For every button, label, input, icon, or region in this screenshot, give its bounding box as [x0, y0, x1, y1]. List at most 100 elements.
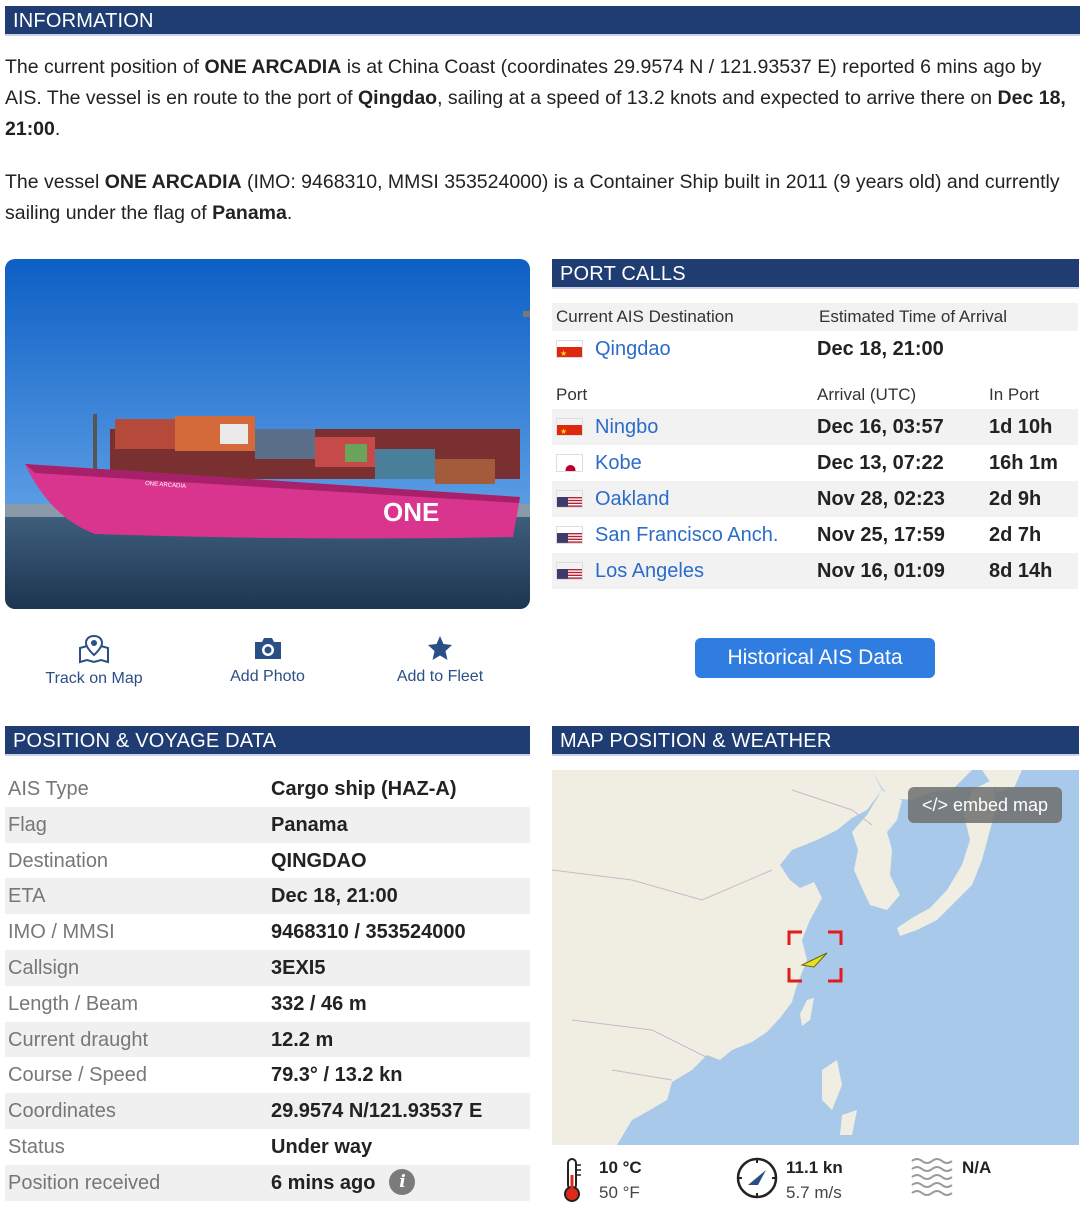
voyage-value: Dec 18, 21:00 — [271, 885, 398, 908]
summary-text: The current position of — [5, 56, 205, 78]
flag-jp-icon — [556, 454, 583, 472]
weather-waves: N/A — [910, 1155, 1010, 1205]
vessel-photo[interactable]: ONE ONE ARCADIA — [5, 259, 530, 609]
vessel-name: ONE ARCADIA — [104, 171, 242, 193]
column-header: Current AIS Destination — [556, 307, 734, 326]
voyage-key: AIS Type — [8, 778, 89, 800]
in-port-duration: 8d 14h — [989, 560, 1053, 582]
voyage-value: 6 mins ago — [271, 1171, 376, 1194]
track-on-map-label: Track on Map — [45, 670, 143, 687]
summary-text: . — [54, 118, 61, 140]
flag-us-icon — [556, 562, 583, 580]
port-link[interactable]: Oakland — [595, 481, 670, 517]
temperature-celsius: 10 °C — [599, 1158, 642, 1177]
voyage-row-eta: ETA Dec 18, 21:00 — [5, 878, 530, 915]
in-port-duration: 1d 10h — [989, 416, 1053, 438]
destination-eta: Dec 18, 21:00 — [817, 338, 944, 360]
star-icon — [428, 636, 452, 660]
column-header: Estimated Time of Arrival — [819, 307, 1008, 326]
wind-speed-knots: 11.1 kn — [786, 1158, 843, 1177]
vessel-name: ONE ARCADIA — [204, 56, 342, 78]
thermometer-icon — [564, 1158, 581, 1202]
summary-text: The vessel — [5, 171, 105, 193]
column-header: Arrival (UTC) — [817, 385, 917, 404]
arrival-time: Dec 16, 03:57 — [817, 416, 944, 438]
voyage-key: ETA — [8, 885, 46, 908]
voyage-key: Coordinates — [8, 1100, 116, 1123]
voyage-key: Destination — [8, 849, 109, 872]
summary-text: . — [286, 202, 293, 224]
historical-ais-data-button[interactable]: Historical AIS Data — [695, 638, 935, 678]
voyage-row-coordinates: Coordinates 29.9574 N/121.93537 E — [5, 1093, 530, 1129]
voyage-value: Panama — [271, 813, 348, 836]
port-call-row: Kobe Dec 13, 07:22 16h 1m — [552, 445, 1078, 481]
column-header: Port — [556, 385, 588, 404]
voyage-value: QINGDAO — [271, 849, 367, 872]
voyage-value: 3EXI5 — [271, 957, 326, 979]
arrival-time: Nov 28, 02:23 — [817, 488, 945, 510]
arrival-time: Nov 16, 01:09 — [817, 560, 945, 582]
voyage-row-imo-mmsi: IMO / MMSI 9468310 / 353524000 — [5, 914, 530, 950]
voyage-value: 9468310 / 353524000 — [271, 921, 466, 944]
port-call-row: Los Angeles Nov 16, 01:09 8d 14h — [552, 553, 1078, 589]
voyage-row-position-received: Position received 6 mins ago i — [5, 1164, 530, 1201]
weather-wind: 11.1 kn 5.7 m/s — [736, 1155, 876, 1205]
voyage-row-course-speed: Course / Speed 79.3° / 13.2 kn — [5, 1057, 530, 1093]
add-photo-button[interactable]: Add Photo — [220, 634, 315, 686]
vessel-photo-image: ONE ONE ARCADIA — [5, 259, 530, 609]
svg-text:★: ★ — [560, 349, 567, 358]
destination-port: Qingdao — [358, 87, 438, 109]
embed-map-button[interactable]: </> embed map — [908, 787, 1062, 823]
port-link[interactable]: Ningbo — [595, 409, 658, 445]
port-link[interactable]: Kobe — [595, 445, 642, 481]
flag-cn-icon: ★ — [556, 340, 583, 358]
wind-speed-ms: 5.7 m/s — [786, 1183, 842, 1202]
add-photo-label: Add Photo — [230, 668, 305, 685]
wind-compass-icon — [736, 1157, 778, 1199]
in-port-duration: 16h 1m — [989, 452, 1058, 474]
voyage-key: Length / Beam — [8, 992, 139, 1015]
information-header: INFORMATION — [5, 6, 1080, 36]
voyage-value: 29.9574 N/121.93537 E — [271, 1100, 483, 1123]
vessel-map[interactable]: </> embed map — [552, 770, 1079, 1145]
vessel-summary: The vessel ONE ARCADIA (IMO: 9468310, MM… — [5, 167, 1080, 229]
wave-height: N/A — [962, 1158, 992, 1177]
svg-text:★: ★ — [560, 427, 567, 436]
voyage-key: IMO / MMSI — [8, 921, 115, 944]
arrival-time: Nov 25, 17:59 — [817, 524, 945, 546]
port-calls-header: PORT CALLS — [552, 259, 1079, 289]
voyage-row-callsign: Callsign 3EXI5 — [5, 950, 530, 986]
map-pin-icon — [79, 634, 109, 664]
in-port-duration: 2d 7h — [989, 524, 1042, 546]
port-call-row: San Francisco Anch. Nov 25, 17:59 2d 7h — [552, 517, 1078, 553]
voyage-key: Status — [8, 1136, 65, 1158]
voyage-value: Cargo ship (HAZ-A) — [271, 778, 457, 800]
weather-temperature: 10 °C 50 °F — [560, 1155, 700, 1205]
voyage-row-length-beam: Length / Beam 332 / 46 m — [5, 986, 530, 1022]
voyage-key: Callsign — [8, 957, 80, 979]
voyage-value: 12.2 m — [271, 1028, 334, 1051]
arrival-time: Dec 13, 07:22 — [817, 452, 944, 474]
voyage-row-status: Status Under way — [5, 1129, 530, 1165]
voyage-row-destination: Destination QINGDAO — [5, 843, 530, 879]
voyage-key: Flag — [8, 813, 47, 836]
voyage-key: Current draught — [8, 1028, 149, 1051]
camera-icon — [254, 638, 281, 659]
voyage-key: Course / Speed — [8, 1064, 147, 1087]
track-on-map-button[interactable]: Track on Map — [35, 634, 153, 688]
voyage-row-draught: Current draught 12.2 m — [5, 1021, 530, 1058]
voyage-row-ais-type: AIS Type Cargo ship (HAZ-A) — [5, 771, 530, 807]
voyage-value: 79.3° / 13.2 kn — [271, 1064, 403, 1087]
info-icon[interactable]: i — [389, 1168, 416, 1195]
position-voyage-header: POSITION & VOYAGE DATA — [5, 726, 530, 756]
destination-port-link[interactable]: Qingdao — [595, 331, 671, 367]
destination-row: ★ Qingdao Dec 18, 21:00 — [552, 331, 1078, 367]
port-link[interactable]: Los Angeles — [595, 553, 704, 589]
port-link[interactable]: San Francisco Anch. — [595, 517, 778, 553]
add-to-fleet-label: Add to Fleet — [396, 668, 484, 685]
flag-cn-icon: ★ — [556, 418, 583, 436]
add-to-fleet-button[interactable]: Add to Fleet — [390, 634, 490, 686]
port-calls-table-header: Port Arrival (UTC) In Port — [552, 381, 1078, 409]
port-call-row: ★ Ningbo Dec 16, 03:57 1d 10h — [552, 409, 1078, 445]
waves-icon — [911, 1158, 953, 1196]
